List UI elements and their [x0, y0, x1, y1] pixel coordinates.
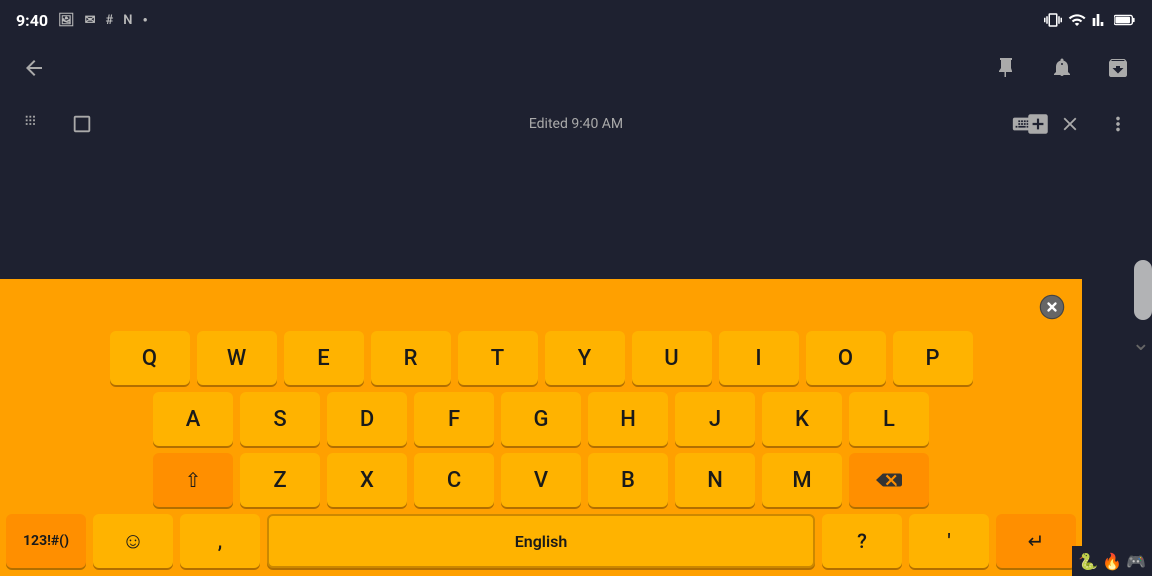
battery-icon — [1114, 13, 1136, 27]
space-key[interactable]: English — [267, 514, 815, 568]
key-e[interactable]: E — [284, 331, 364, 385]
key-r[interactable]: R — [371, 331, 451, 385]
status-left: 9:40 🖼 ✉ # N • — [16, 11, 148, 30]
shift-key[interactable]: ⇧ — [153, 453, 233, 507]
apostrophe-key[interactable]: ' — [909, 514, 989, 568]
key-q[interactable]: Q — [110, 331, 190, 385]
key-a[interactable]: A — [153, 392, 233, 446]
snake-icon[interactable]: 🐍 — [1078, 552, 1098, 571]
key-o[interactable]: O — [806, 331, 886, 385]
top-toolbar-left — [16, 50, 52, 86]
notification-bell-button[interactable] — [1044, 50, 1080, 86]
keyboard-close-button[interactable] — [1032, 287, 1072, 327]
key-k[interactable]: K — [762, 392, 842, 446]
key-c[interactable]: C — [414, 453, 494, 507]
comma-key[interactable]: , — [180, 514, 260, 568]
key-d[interactable]: D — [327, 392, 407, 446]
key-p[interactable]: P — [893, 331, 973, 385]
keyboard-row-1: Q W E R T Y U I O P — [6, 331, 1076, 385]
secondary-right — [1004, 106, 1136, 142]
emoji-key[interactable]: ☺ — [93, 514, 173, 568]
backspace-key[interactable] — [849, 453, 929, 507]
game-icon[interactable]: 🎮 — [1126, 552, 1146, 571]
key-m[interactable]: M — [762, 453, 842, 507]
wifi-icon — [1068, 11, 1086, 29]
key-s[interactable]: S — [240, 392, 320, 446]
key-u[interactable]: U — [632, 331, 712, 385]
key-n[interactable]: N — [675, 453, 755, 507]
key-l[interactable]: L — [849, 392, 929, 446]
scrollbar-handle[interactable] — [1134, 260, 1152, 320]
key-i[interactable]: I — [719, 331, 799, 385]
news-icon: N — [123, 13, 132, 28]
top-toolbar — [0, 40, 1152, 96]
key-j[interactable]: J — [675, 392, 755, 446]
signal-icon — [1092, 12, 1108, 28]
more-options-button[interactable] — [1100, 106, 1136, 142]
status-bar: 9:40 🖼 ✉ # N • — [0, 0, 1152, 40]
photos-icon: 🖼 — [58, 13, 75, 28]
key-b[interactable]: B — [588, 453, 668, 507]
keyboard-row-3: ⇧ Z X C V B N M — [6, 453, 1076, 507]
key-y[interactable]: Y — [545, 331, 625, 385]
add-content-button[interactable] — [1020, 106, 1056, 142]
close-button[interactable] — [1052, 106, 1088, 142]
pin-button[interactable] — [988, 50, 1024, 86]
vibrate-icon — [1044, 11, 1062, 29]
key-f[interactable]: F — [414, 392, 494, 446]
dot-icon: • — [142, 11, 147, 29]
square-view-button[interactable] — [64, 106, 100, 142]
keyboard-hide-chevron[interactable]: ⌄ — [1132, 331, 1150, 356]
keyboard-row-4: 123!#() ☺ , English ? ' ↵ — [6, 514, 1076, 568]
keyboard: Q W E R T Y U I O P A S D F G H J K L ⇧ … — [0, 279, 1082, 576]
key-v[interactable]: V — [501, 453, 581, 507]
grid-view-button[interactable] — [16, 106, 52, 142]
time-display: 9:40 — [16, 11, 48, 30]
key-t[interactable]: T — [458, 331, 538, 385]
archive-button[interactable] — [1100, 50, 1136, 86]
slack-icon: # — [105, 13, 113, 28]
bottom-icon-strip: 🐍 🔥 🎮 — [1072, 546, 1152, 576]
key-h[interactable]: H — [588, 392, 668, 446]
secondary-left — [16, 106, 100, 142]
top-toolbar-right — [988, 50, 1136, 86]
status-right — [1044, 11, 1136, 29]
key-z[interactable]: Z — [240, 453, 320, 507]
secondary-toolbar: Edited 9:40 AM — [0, 96, 1152, 152]
numbers-symbols-key[interactable]: 123!#() — [6, 514, 86, 568]
enter-key[interactable]: ↵ — [996, 514, 1076, 568]
back-button[interactable] — [16, 50, 52, 86]
fire-icon[interactable]: 🔥 — [1102, 552, 1122, 571]
question-mark-key[interactable]: ? — [822, 514, 902, 568]
gmail-icon: ✉ — [85, 13, 96, 28]
edit-status: Edited 9:40 AM — [529, 116, 623, 132]
key-g[interactable]: G — [501, 392, 581, 446]
key-w[interactable]: W — [197, 331, 277, 385]
key-x[interactable]: X — [327, 453, 407, 507]
keyboard-close-row — [6, 287, 1076, 331]
keyboard-row-2: A S D F G H J K L — [6, 392, 1076, 446]
